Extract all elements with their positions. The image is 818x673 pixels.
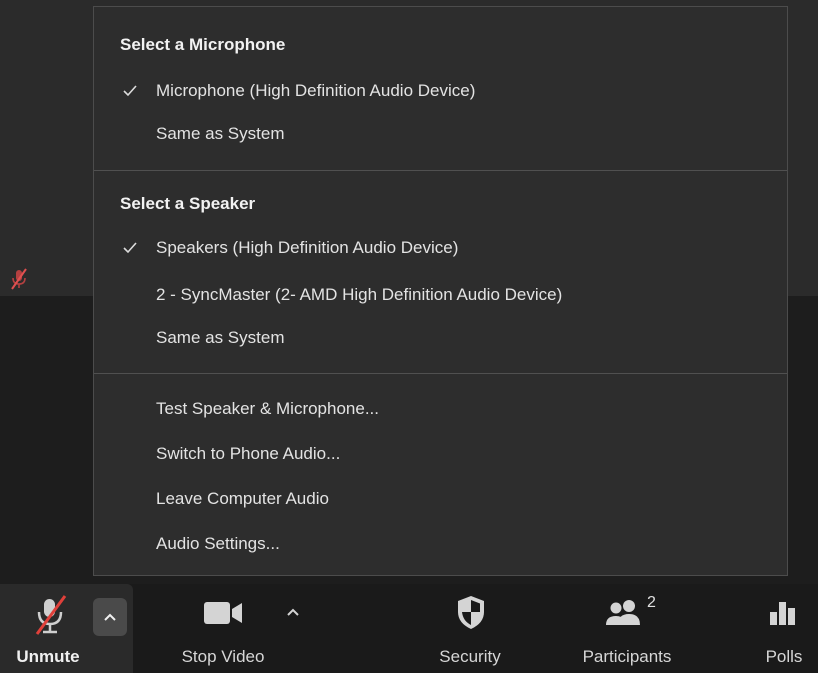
menu-item-speaker-syncmaster[interactable]: 2 - SyncMaster (2- AMD High Definition A… bbox=[94, 277, 787, 313]
menu-item-speaker-same-as-system[interactable]: Same as System bbox=[94, 320, 787, 356]
security-button[interactable]: Security bbox=[420, 584, 520, 673]
audio-options-menu: Select a Microphone Microphone (High Def… bbox=[93, 6, 788, 576]
menu-item-label: Audio Settings... bbox=[156, 534, 280, 553]
shield-icon bbox=[458, 596, 484, 629]
menu-item-label: Same as System bbox=[156, 328, 285, 347]
audio-actions-section: Test Speaker & Microphone... Switch to P… bbox=[94, 373, 787, 578]
menu-item-label: Same as System bbox=[156, 124, 285, 143]
audio-options-caret-button[interactable] bbox=[93, 598, 127, 636]
menu-item-label: Speakers (High Definition Audio Device) bbox=[156, 238, 459, 257]
participants-button[interactable]: 2 Participants bbox=[560, 584, 700, 673]
menu-item-microphone-hd[interactable]: Microphone (High Definition Audio Device… bbox=[94, 73, 787, 109]
participants-count-badge: 2 bbox=[647, 594, 656, 611]
video-options-caret-button[interactable] bbox=[283, 602, 303, 622]
polls-label: Polls bbox=[765, 647, 803, 666]
security-label: Security bbox=[439, 647, 501, 666]
participants-icon bbox=[606, 600, 640, 625]
menu-item-label: 2 - SyncMaster (2- AMD High Definition A… bbox=[156, 285, 563, 304]
chevron-up-icon bbox=[104, 613, 116, 621]
menu-item-label: Test Speaker & Microphone... bbox=[156, 399, 380, 418]
unmute-label: Unmute bbox=[16, 647, 80, 666]
menu-item-speakers-hd[interactable]: Speakers (High Definition Audio Device) bbox=[94, 230, 787, 266]
participants-label: Participants bbox=[582, 647, 672, 666]
video-camera-icon bbox=[204, 602, 242, 624]
microphone-section-title: Select a Microphone bbox=[120, 35, 286, 54]
stop-video-label: Stop Video bbox=[181, 647, 265, 666]
meeting-toolbar: Unmute Stop Video Security 2 Participant… bbox=[0, 584, 818, 673]
polls-button[interactable]: Polls bbox=[754, 584, 818, 673]
menu-item-label: Switch to Phone Audio... bbox=[156, 444, 341, 463]
unmute-button-group: Unmute bbox=[0, 584, 133, 673]
microphone-section: Select a Microphone Microphone (High Def… bbox=[94, 7, 787, 170]
leave-computer-audio-item[interactable]: Leave Computer Audio bbox=[94, 481, 787, 517]
speaker-section-title: Select a Speaker bbox=[120, 194, 256, 213]
chevron-up-icon bbox=[287, 608, 299, 616]
test-speaker-microphone-item[interactable]: Test Speaker & Microphone... bbox=[94, 391, 787, 427]
muted-microphone-icon bbox=[35, 595, 67, 635]
speaker-section: Select a Speaker Speakers (High Definiti… bbox=[94, 170, 787, 374]
menu-item-label: Microphone (High Definition Audio Device… bbox=[156, 81, 476, 100]
menu-item-microphone-same-as-system[interactable]: Same as System bbox=[94, 116, 787, 152]
checkmark-icon bbox=[120, 73, 140, 109]
stop-video-button[interactable]: Stop Video bbox=[150, 584, 300, 673]
audio-settings-item[interactable]: Audio Settings... bbox=[94, 526, 787, 562]
unmute-button[interactable]: Unmute bbox=[0, 584, 90, 673]
tile-muted-microphone-icon bbox=[11, 268, 27, 290]
menu-item-label: Leave Computer Audio bbox=[156, 489, 329, 508]
polls-icon bbox=[770, 602, 795, 625]
switch-to-phone-audio-item[interactable]: Switch to Phone Audio... bbox=[94, 436, 787, 472]
checkmark-icon bbox=[120, 230, 140, 266]
